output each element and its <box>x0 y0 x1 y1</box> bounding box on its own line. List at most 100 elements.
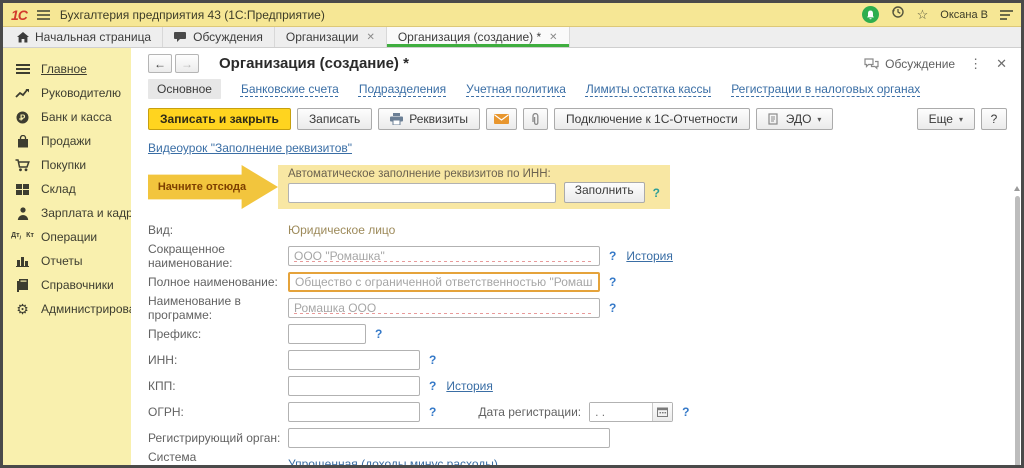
attachment-button[interactable] <box>523 108 548 130</box>
tab-departments[interactable]: Подразделения <box>359 82 446 96</box>
1c-logo: 1С <box>11 7 27 23</box>
tab-main-section[interactable]: Основное <box>148 79 221 99</box>
fill-button[interactable]: Заполнить <box>564 182 645 203</box>
section-tabs: Основное Банковские счета Подразделения … <box>148 79 1007 99</box>
discussion-button[interactable]: Обсуждение <box>864 57 955 71</box>
tax-system-link[interactable]: Упрощенная (доходы минус расходы) <box>288 457 498 465</box>
dt-kt-icon: Дт/ Кт <box>14 232 31 242</box>
sidebar-item-main[interactable]: Главное <box>3 57 131 81</box>
gear-icon: ⚙ <box>14 302 31 316</box>
field-row-inn: ИНН: ? <box>148 347 1007 373</box>
help-question-icon[interactable]: ? <box>609 275 616 289</box>
notifications-bell-icon[interactable] <box>862 6 879 23</box>
calendar-icon[interactable] <box>652 403 672 421</box>
chevron-down-icon: ▾ <box>959 115 963 124</box>
cart-icon <box>14 159 31 172</box>
inn-autofill-panel: Автоматическое заполнение реквизитов по … <box>278 165 670 209</box>
save-and-close-button[interactable]: Записать и закрыть <box>148 108 291 130</box>
help-question-icon[interactable]: ? <box>429 379 436 393</box>
favorites-star-icon[interactable]: ☆ <box>917 8 929 21</box>
help-question-icon[interactable]: ? <box>429 353 436 367</box>
tab-cash-limits[interactable]: Лимиты остатка кассы <box>586 82 711 96</box>
sidebar-item-directories[interactable]: Справочники <box>3 273 131 297</box>
discussion-icon <box>864 58 879 70</box>
inn-input[interactable] <box>288 350 420 370</box>
service-menu-icon[interactable] <box>1000 10 1013 20</box>
form-content: ← → Организация (создание) * Обсуждение … <box>131 48 1021 465</box>
email-button[interactable] <box>486 108 517 130</box>
ogrn-input[interactable] <box>288 402 420 422</box>
person-icon <box>14 207 31 220</box>
field-row-prefix: Префикс: ? <box>148 321 1007 347</box>
form-toolbar: Записать и закрыть Записать Реквизиты По… <box>148 108 1007 130</box>
connect-1c-reporting-button[interactable]: Подключение к 1С-Отчетности <box>554 108 750 130</box>
requisites-button[interactable]: Реквизиты <box>378 108 480 130</box>
full-name-input[interactable] <box>288 272 600 292</box>
sidebar-item-bank-cash[interactable]: Р Банк и касса <box>3 105 131 129</box>
tab-accounting-policy[interactable]: Учетная политика <box>466 82 566 96</box>
kpp-history-link[interactable]: История <box>446 379 493 393</box>
history-icon[interactable] <box>891 5 905 24</box>
help-question-icon[interactable]: ? <box>682 405 689 419</box>
shopping-bag-icon <box>14 135 31 148</box>
page-title: Организация (создание) * <box>219 55 409 72</box>
sidebar-item-purchases[interactable]: Покупки <box>3 153 131 177</box>
help-button[interactable]: ? <box>981 108 1007 130</box>
window-tab-bar: Начальная страница Обсуждения Организаци… <box>3 27 1021 48</box>
sidebar-item-salary-hr[interactable]: Зарплата и кадры <box>3 201 131 225</box>
svg-text:Р: Р <box>20 113 26 122</box>
tab-bank-accounts[interactable]: Банковские счета <box>241 82 339 96</box>
program-name-input[interactable] <box>288 298 600 318</box>
sidebar-item-sales[interactable]: Продажи <box>3 129 131 153</box>
help-question-icon[interactable]: ? <box>609 249 616 263</box>
more-button[interactable]: Еще ▾ <box>917 108 975 130</box>
inn-autofill-input[interactable] <box>288 183 556 203</box>
tab-home[interactable]: Начальная страница <box>6 27 163 47</box>
tab-close-icon[interactable]: ✕ <box>366 32 374 43</box>
printer-icon <box>390 113 403 125</box>
title-bar: 1С Бухгалтерия предприятия 43 (1С:Предпр… <box>3 3 1021 27</box>
tab-organizations[interactable]: Организации ✕ <box>275 27 387 47</box>
help-question-icon[interactable]: ? <box>609 301 616 315</box>
books-icon <box>14 279 31 292</box>
main-menu-icon[interactable] <box>37 10 50 20</box>
save-button[interactable]: Записать <box>297 108 372 130</box>
app-window: 1С Бухгалтерия предприятия 43 (1С:Предпр… <box>0 0 1024 468</box>
inn-autofill-label: Автоматическое заполнение реквизитов по … <box>288 168 660 180</box>
scrollbar-up-arrow[interactable] <box>1014 186 1020 191</box>
envelope-icon <box>494 114 509 124</box>
user-name[interactable]: Оксана В <box>940 9 988 21</box>
forward-button[interactable]: → <box>175 54 199 73</box>
tab-discussions[interactable]: Обсуждения <box>163 27 275 47</box>
more-menu-icon[interactable]: ⋮ <box>969 56 982 72</box>
sidebar-item-administration[interactable]: ⚙ Администрирование <box>3 297 131 321</box>
tab-tax-registrations[interactable]: Регистрации в налоговых органах <box>731 82 920 96</box>
short-name-history-link[interactable]: История <box>626 249 673 263</box>
sidebar-item-warehouse[interactable]: Склад <box>3 177 131 201</box>
home-icon <box>17 32 29 43</box>
tab-organization-create[interactable]: Организация (создание) * ✕ <box>387 27 570 47</box>
menu-lines-icon <box>14 64 31 74</box>
short-name-input[interactable] <box>288 246 600 266</box>
sidebar-item-manager[interactable]: Руководителю <box>3 81 131 105</box>
registration-date-input[interactable] <box>590 403 652 421</box>
help-question-icon[interactable]: ? <box>429 405 436 419</box>
edo-button[interactable]: ЭДО ▾ <box>756 108 834 130</box>
tab-close-icon[interactable]: ✕ <box>549 32 557 43</box>
back-button[interactable]: ← <box>148 54 172 73</box>
prefix-input[interactable] <box>288 324 366 344</box>
help-question-icon[interactable]: ? <box>375 327 382 341</box>
sidebar-item-operations[interactable]: Дт/ Кт Операции <box>3 225 131 249</box>
help-question-icon[interactable]: ? <box>653 186 660 200</box>
registering-authority-input[interactable] <box>288 428 610 448</box>
kind-value: Юридическое лицо <box>288 223 395 237</box>
video-tutorial-link[interactable]: Видеоурок "Заполнение реквизитов" <box>148 141 352 155</box>
sidebar-item-reports[interactable]: Отчеты <box>3 249 131 273</box>
close-form-icon[interactable]: ✕ <box>996 56 1007 72</box>
kpp-input[interactable] <box>288 376 420 396</box>
start-here-callout: Начните отсюда Автоматическое заполнение… <box>148 165 1007 209</box>
ruble-circle-icon: Р <box>14 111 31 124</box>
organization-form: Вид: Юридическое лицо Сокращенное наимен… <box>148 217 1007 465</box>
vertical-scrollbar[interactable] <box>1015 196 1020 465</box>
chevron-down-icon: ▾ <box>817 115 821 124</box>
